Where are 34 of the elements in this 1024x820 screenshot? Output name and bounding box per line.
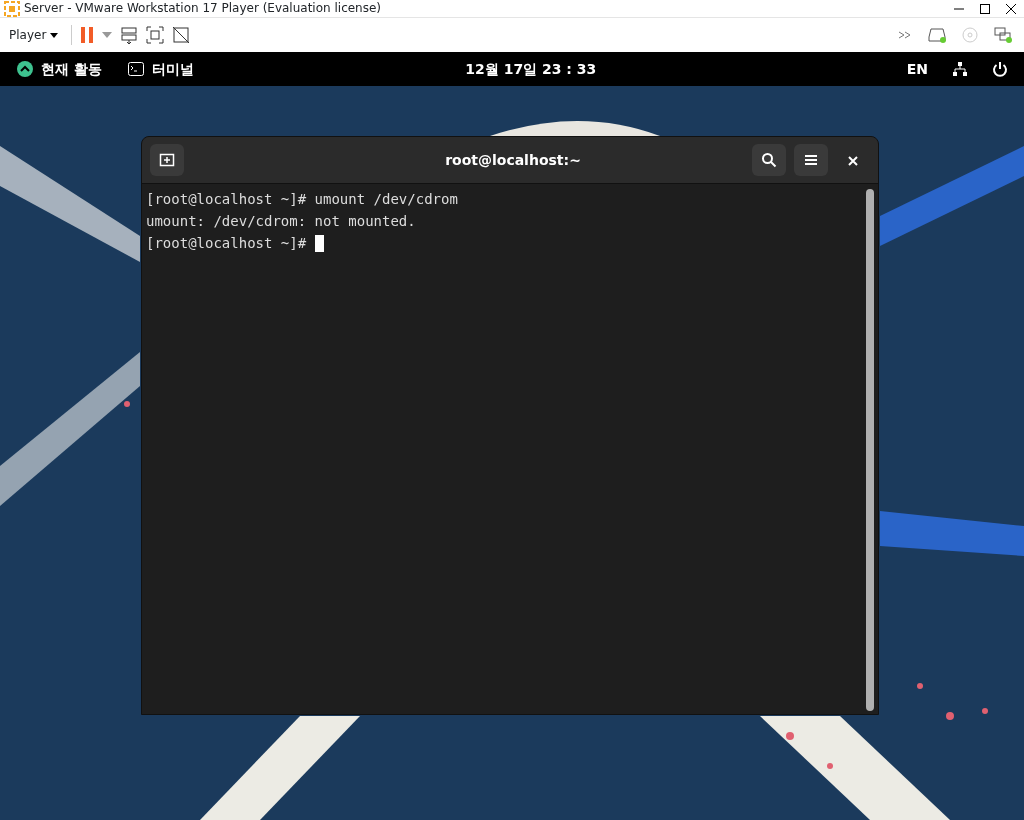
activities-button[interactable]: 현재 활동 [16, 57, 103, 81]
network-adapter-icon[interactable] [994, 27, 1012, 43]
search-button[interactable] [752, 144, 786, 176]
input-source-indicator[interactable]: EN [906, 58, 928, 80]
terminal-line: umount: /dev/cdrom: not mounted. [146, 212, 416, 231]
menu-button[interactable] [794, 144, 828, 176]
app-menu-button[interactable]: 터미널 [126, 57, 195, 81]
dropdown-caret-icon[interactable] [102, 32, 113, 38]
player-menu[interactable]: Player [4, 25, 64, 45]
terminal-line: [root@localhost ~]# [146, 234, 308, 253]
new-tab-button[interactable] [150, 144, 184, 176]
terminal-line: [root@localhost ~]# umount /dev/cdrom [146, 190, 458, 209]
search-icon [761, 152, 777, 168]
caret-icon [50, 32, 59, 38]
power-icon[interactable] [992, 61, 1008, 77]
maximize-icon [980, 3, 990, 14]
clock[interactable]: 12월 17일 23 : 33 [465, 58, 637, 80]
close-icon [848, 155, 858, 166]
send-keys-icon[interactable] [120, 26, 139, 44]
activities-logo-icon [17, 61, 33, 77]
app-logo-icon [4, 0, 20, 17]
new-tab-icon [159, 152, 175, 168]
fullscreen-icon[interactable] [146, 26, 165, 44]
terminal-title: root@localhost:~ [444, 150, 581, 170]
paint-splatter-drawing [124, 401, 130, 407]
overflow-icon[interactable] [898, 31, 912, 39]
unity-icon[interactable] [172, 26, 191, 44]
terminal-icon [127, 62, 144, 76]
window-title: Server - VMware Workstation 17 Player (Evaluation license) [24, 0, 382, 17]
pause-icon[interactable] [80, 26, 95, 44]
menu-icon [804, 154, 818, 166]
close-icon [1006, 3, 1016, 14]
network-icon[interactable] [952, 61, 968, 77]
scrollbar[interactable] [866, 189, 874, 711]
